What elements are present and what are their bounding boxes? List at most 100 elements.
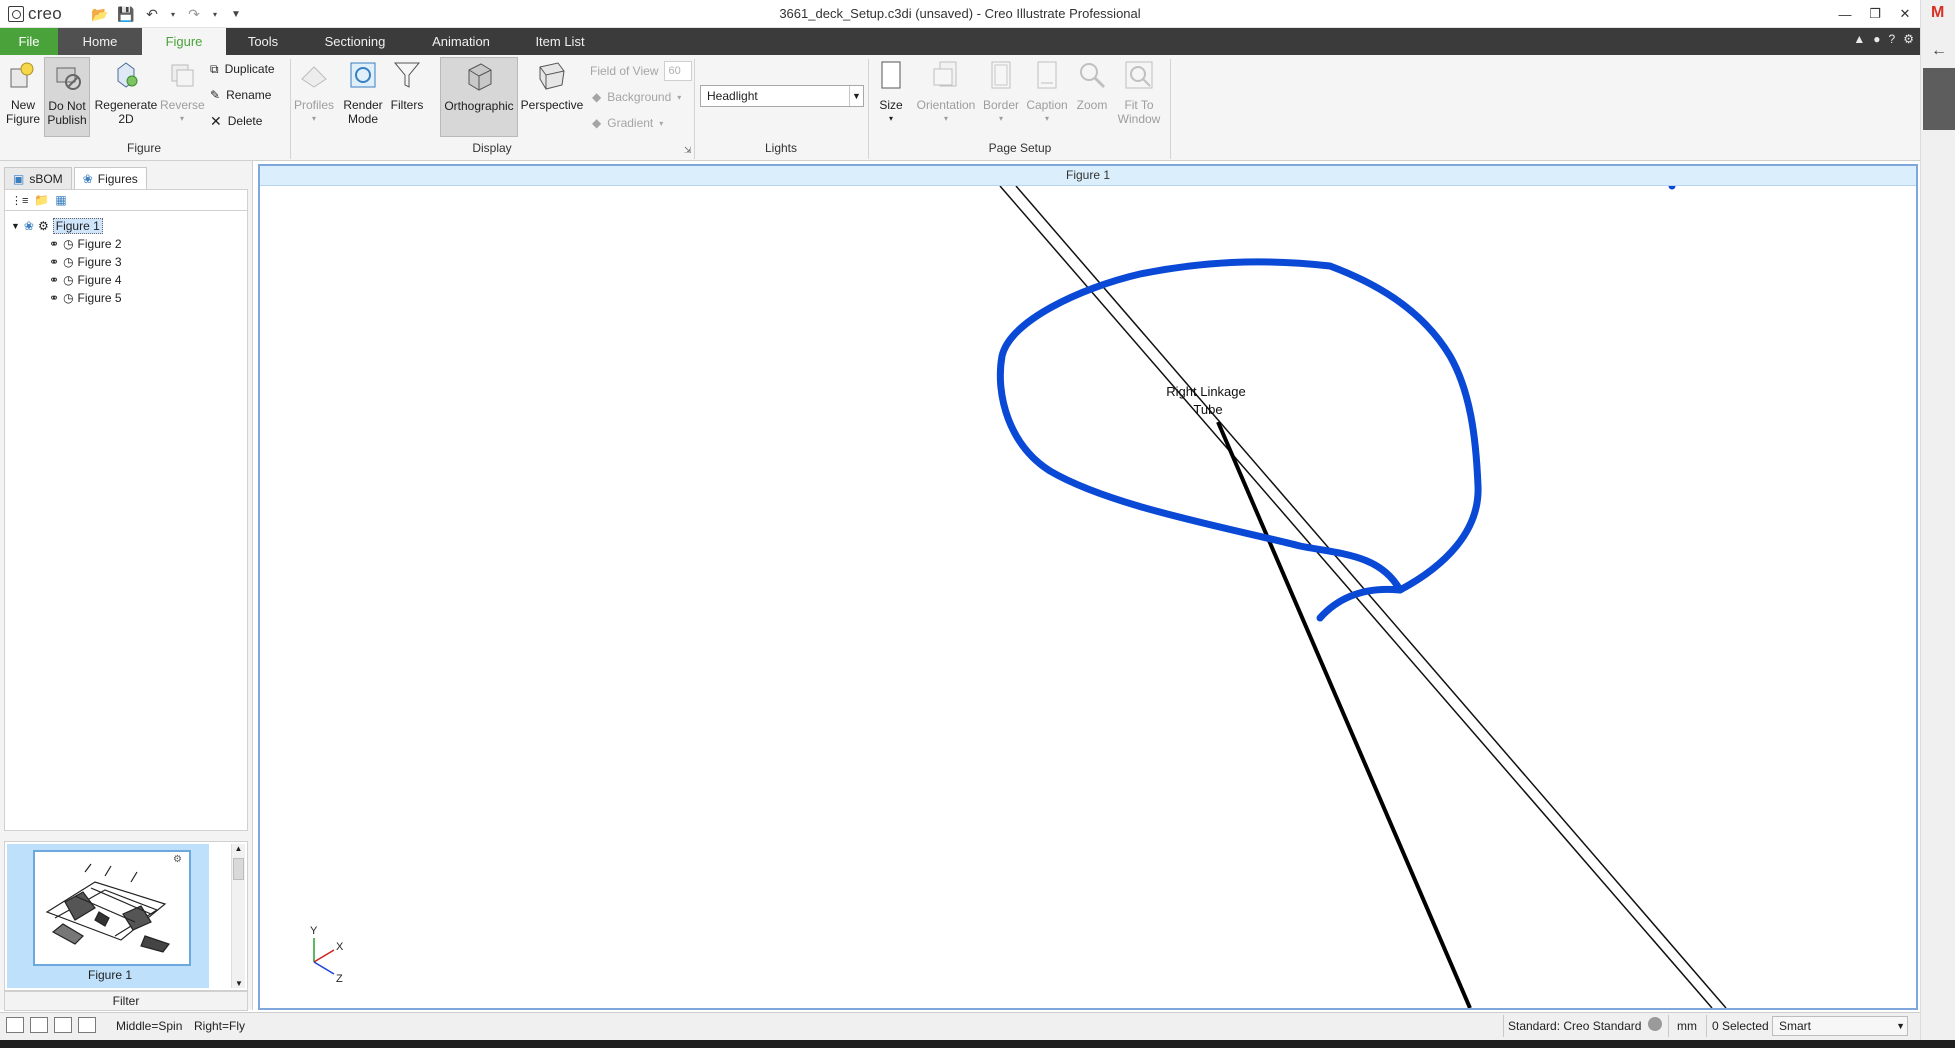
display-group-launcher-icon[interactable]: ⇲ [684, 145, 692, 156]
image-icon[interactable]: ▦ [55, 193, 66, 207]
orientation-button[interactable]: Orientation ▾ [914, 59, 978, 126]
tree-item-figure-4[interactable]: ⚭ ◷ Figure 4 [49, 271, 122, 289]
do-not-publish-button[interactable]: Do Not Publish [44, 57, 90, 137]
creo-logo-icon [8, 6, 24, 22]
zoom-button[interactable]: Zoom [1072, 59, 1112, 112]
tab-figures[interactable]: ❀ Figures [73, 167, 147, 189]
tree-item-figure-5[interactable]: ⚭ ◷ Figure 5 [49, 289, 122, 307]
help-icon[interactable]: ? [1889, 32, 1896, 46]
drawing-area[interactable]: Right Linkage Tube Y X Z [260, 186, 1916, 1008]
redo-dropdown-icon[interactable]: ▾ [210, 4, 220, 24]
figure-canvas[interactable]: Figure 1 Right Linkage Tube Y X Z [258, 164, 1918, 1010]
selection-filter-value: Smart [1779, 1019, 1812, 1033]
figure-root-icon: ❀ [23, 219, 34, 233]
render-mode-icon [350, 62, 376, 88]
layout-full-icon[interactable] [78, 1017, 96, 1033]
collapse-ribbon-icon[interactable]: ▲ [1853, 32, 1865, 46]
collapse-arrow-icon[interactable]: ▼ [11, 221, 20, 231]
close-icon[interactable]: ✕ [1890, 0, 1920, 28]
tree-item-label: Figure 1 [52, 218, 103, 234]
settings-gear-icon[interactable]: ⚙ [1903, 32, 1914, 46]
clock-icon: ◷ [63, 291, 74, 305]
gradient-button[interactable]: ◆ Gradient ▾ [592, 113, 663, 133]
field-of-view-label: Field of View [590, 64, 659, 78]
customize-toolbar-icon[interactable]: ▼ [226, 4, 246, 24]
render-mode-button[interactable]: Render Mode [340, 59, 386, 126]
title-bar: creo 📂 💾 ↶ ▾ ↷ ▾ ▼ 3661_deck_Setup.c3di … [0, 0, 1920, 28]
undo-icon[interactable]: ↶ [142, 4, 162, 24]
callout-label-line-1[interactable]: Right Linkage [1166, 384, 1246, 399]
tab-figure[interactable]: Figure [142, 28, 226, 55]
open-folder-icon[interactable]: 📂 [90, 4, 110, 24]
folder-icon[interactable]: 📁 [34, 193, 49, 207]
border-button[interactable]: Border ▾ [980, 59, 1022, 126]
render-mode-label: Render Mode [343, 98, 383, 126]
tab-file[interactable]: File [0, 28, 58, 55]
redo-icon[interactable]: ↷ [184, 4, 204, 24]
scroll-thumb[interactable] [233, 858, 244, 880]
figure-thumbnail[interactable]: ⚙ Figure 1 [7, 844, 209, 988]
filters-button[interactable]: Filters [388, 59, 426, 112]
tab-item-list[interactable]: Item List [522, 28, 598, 55]
tree-options-icon[interactable]: ⋮≡ [11, 194, 28, 207]
creo-logo[interactable]: creo [8, 4, 62, 24]
back-arrow-icon[interactable]: ← [1931, 42, 1947, 60]
user-icon[interactable]: ● [1873, 32, 1880, 46]
tab-animation[interactable]: Animation [416, 28, 506, 55]
rename-button[interactable]: ✎ Rename [210, 85, 271, 105]
size-button[interactable]: Size ▾ [874, 59, 908, 126]
sbom-cube-icon: ▣ [13, 171, 25, 186]
gradient-dropdown-icon: ▾ [659, 118, 664, 128]
thumbnail-scrollbar[interactable]: ▲ ▼ [231, 844, 245, 988]
tab-home[interactable]: Home [58, 28, 142, 55]
figure-link-icon: ⚭ [49, 237, 60, 251]
tab-sectioning[interactable]: Sectioning [310, 28, 400, 55]
delete-button[interactable]: ✕ Delete [210, 111, 262, 131]
layout-split-vertical-icon[interactable] [30, 1017, 48, 1033]
window-controls: — ❐ ✕ [1830, 0, 1920, 28]
field-of-view-control[interactable]: Field of View 60 [590, 61, 693, 81]
rename-icon: ✎ [210, 88, 221, 102]
scroll-down-icon[interactable]: ▼ [232, 979, 246, 988]
field-of-view-input[interactable]: 60 [664, 61, 693, 81]
scroll-up-icon[interactable]: ▲ [232, 844, 245, 853]
layout-single-icon[interactable] [6, 1017, 24, 1033]
callout-label-line-2[interactable]: Tube [1193, 402, 1222, 417]
selection-filter-dropdown[interactable]: Smart ▼ [1772, 1016, 1908, 1036]
background-button[interactable]: ◆ Background ▾ [592, 87, 681, 107]
lights-dropdown[interactable]: Headlight ▼ [700, 85, 864, 107]
reverse-button[interactable]: Reverse ▾ [160, 59, 205, 126]
fit-to-window-button[interactable]: Fit To Window [1114, 59, 1164, 126]
caption-label: Caption [1026, 98, 1068, 112]
orthographic-cube-icon [468, 63, 492, 91]
selected-count: 0 Selected [1712, 1019, 1769, 1033]
tab-tools[interactable]: Tools [226, 28, 300, 55]
lights-group-label: Lights [764, 141, 798, 155]
layout-split-horizontal-icon[interactable] [54, 1017, 72, 1033]
tree-item-figure-2[interactable]: ⚭ ◷ Figure 2 [49, 235, 122, 253]
new-figure-button[interactable]: New Figure [4, 59, 42, 126]
mail-icon[interactable]: M [1931, 4, 1944, 22]
units-indicator[interactable]: mm [1677, 1019, 1697, 1033]
save-icon[interactable]: 💾 [116, 4, 136, 24]
orthographic-button[interactable]: Orthographic [440, 57, 518, 137]
tree-item-figure-3[interactable]: ⚭ ◷ Figure 3 [49, 253, 122, 271]
figure-link-icon: ⚭ [49, 273, 60, 287]
tab-sbom[interactable]: ▣ sBOM [4, 167, 72, 189]
filter-button[interactable]: Filter [4, 991, 248, 1011]
figures-icon: ❀ [82, 171, 93, 186]
profiles-button[interactable]: Profiles ▾ [294, 59, 334, 126]
regenerate-2d-button[interactable]: Regenerate 2D [94, 59, 158, 126]
selection-filter-arrow-icon: ▼ [1896, 1021, 1905, 1031]
perspective-button[interactable]: Perspective [520, 59, 584, 112]
tab-figures-label: Figures [97, 171, 138, 186]
standard-indicator[interactable]: Standard: Creo Standard [1508, 1019, 1641, 1033]
duplicate-button[interactable]: ⧉ Duplicate [210, 59, 275, 79]
axis-x-line [313, 949, 335, 963]
caption-button[interactable]: Caption ▾ [1024, 59, 1070, 126]
tree-item-figure-1[interactable]: ▼ ❀ ⚙ Figure 1 [11, 217, 103, 235]
undo-dropdown-icon[interactable]: ▾ [168, 4, 178, 24]
minimize-icon[interactable]: — [1830, 0, 1860, 28]
restore-icon[interactable]: ❐ [1860, 0, 1890, 28]
axis-z-line [313, 961, 335, 975]
